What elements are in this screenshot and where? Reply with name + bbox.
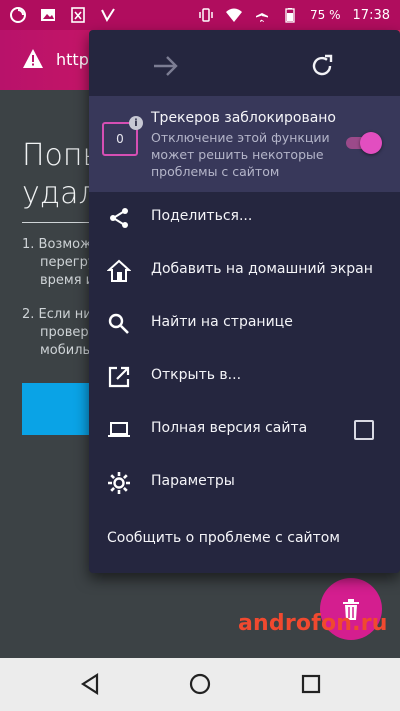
menu-item-label: Параметры: [151, 473, 235, 489]
home-nav-icon[interactable]: [188, 672, 212, 696]
paragraph-line: 2. Если ни: [22, 307, 92, 322]
firefox-icon: [10, 7, 26, 23]
paragraph-line: 1. Возмож: [22, 237, 92, 252]
warning-icon: [23, 49, 43, 68]
menu-item-label: Открыть в...: [151, 367, 242, 383]
menu-item-settings[interactable]: Параметры: [89, 457, 400, 509]
tracker-title: Трекеров заблокировано: [151, 110, 337, 126]
system-nav-bar: [0, 658, 400, 711]
notification-icons: [10, 7, 116, 23]
wifi-icon: [226, 8, 243, 22]
menu-item-open-in[interactable]: Открыть в...: [89, 351, 400, 403]
info-icon: i: [129, 116, 143, 130]
battery-percent: 75 %: [310, 8, 341, 22]
paragraph-line: время и: [40, 273, 95, 288]
forward-arrow-icon[interactable]: [151, 54, 181, 78]
menu-item-label: Найти на странице: [151, 314, 293, 330]
recents-icon[interactable]: [299, 672, 323, 696]
search-icon: [108, 313, 129, 334]
browser-menu: 0 i Трекеров заблокировано Отключение эт…: [89, 30, 400, 573]
paragraph-line: мобилы: [40, 343, 93, 358]
tracker-toggle[interactable]: [346, 132, 382, 154]
tracker-protection-row: 0 i Трекеров заблокировано Отключение эт…: [89, 96, 400, 192]
gallery-icon: [41, 9, 55, 21]
menu-item-label: Полная версия сайта: [151, 420, 308, 436]
clock: 17:38: [352, 7, 390, 23]
reload-icon[interactable]: [308, 52, 336, 80]
menu-item-label: Добавить на домашний экран: [151, 261, 373, 277]
laptop-icon: [108, 422, 130, 437]
airplane-icon: [256, 8, 269, 22]
menu-item-label: Поделиться...: [151, 208, 253, 224]
status-bar: 75 % 17:38: [0, 0, 400, 30]
menu-item-share[interactable]: Поделиться...: [89, 192, 400, 244]
watermark: androfon.ru: [238, 611, 388, 636]
tracker-description: Отключение этой функции может решить нек…: [151, 130, 330, 179]
paragraph-line: проверь: [40, 325, 97, 340]
open-external-icon: [108, 366, 130, 388]
share-icon: [110, 208, 128, 228]
system-icons: 75 % 17:38: [198, 7, 390, 23]
desktop-site-checkbox[interactable]: [354, 420, 374, 440]
menu-nav-bar: [89, 30, 400, 96]
report-site-issue[interactable]: Сообщить о проблеме с сайтом: [107, 530, 340, 546]
toggle-knob: [360, 132, 382, 154]
gear-icon: [108, 472, 130, 494]
paragraph-line: перегру: [40, 255, 96, 270]
menu-item-add-home[interactable]: Добавить на домашний экран: [89, 245, 400, 297]
menu-item-find[interactable]: Найти на странице: [89, 298, 400, 350]
check-task-icon: [101, 8, 115, 23]
sheet-icon: [71, 7, 85, 23]
back-icon[interactable]: [78, 672, 102, 696]
battery-icon: [285, 8, 295, 23]
home-icon: [107, 259, 131, 282]
vibrate-icon: [199, 8, 213, 22]
menu-item-desktop-site[interactable]: Полная версия сайта: [89, 404, 400, 456]
